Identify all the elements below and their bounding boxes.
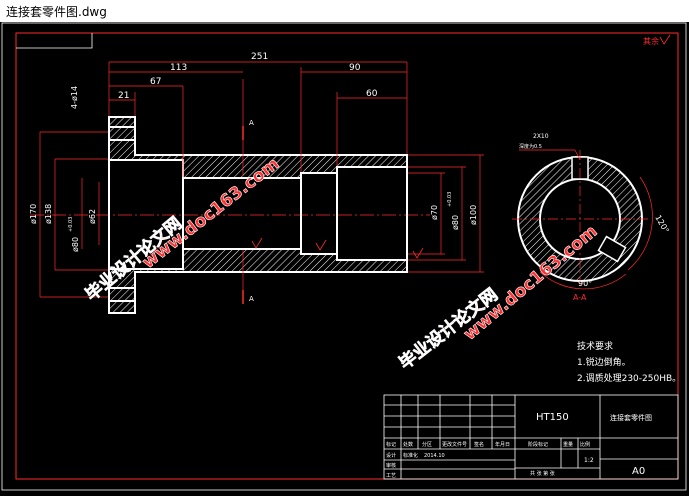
dim-phi80-right: ø80 [451,215,460,230]
dim-phi62: ø62 [88,209,97,224]
dim-67: 67 [150,77,161,87]
dim-phi80-left: ø80 [71,237,80,252]
material: HT150 [536,412,569,423]
tb-stage: 阶段标记 [528,441,548,448]
tb-h3: 分区 [422,441,432,448]
dim-phi70: ø70 [430,205,439,220]
dim-113: 113 [170,63,187,73]
tb-sheets: 共 张 第 张 [530,470,555,477]
tb-h5: 签名 [474,441,484,448]
scale-value: 1:2 [584,457,594,464]
tb-weight: 重量 [563,441,573,448]
tb-h4: 更改文件号 [442,441,467,448]
window-title-bar: 连接套零件图.dwg [0,0,689,23]
tb-h6: 年月日 [495,441,510,448]
tb-r1b: 标准化 [403,452,418,459]
part-name: 连接套零件图 [610,413,652,422]
dim-phi170: ø170 [29,204,38,224]
tb-h2: 处数 [403,441,413,448]
tolerance-right: +0.03 [447,192,453,207]
dim-phi138: ø138 [44,204,53,224]
keyway-note-1: 2X10 [533,133,549,140]
keyway-note-2: 深度为0.5 [519,143,542,150]
tolerance-left: +0.03 [68,217,74,232]
tb-r1: 设计 [386,452,396,459]
section-mark-top: A [249,119,254,127]
tech-req-line-2: 2.调质处理230-250HB。 [577,372,681,384]
tb-r3: 工艺 [386,473,396,479]
dim-60: 60 [366,89,378,99]
dim-251: 251 [251,52,268,62]
dim-4-phi14: 4-ø14 [70,86,79,109]
tech-req-heading: 技术要求 [577,340,613,352]
tb-ratio: 比例 [580,441,590,448]
tb-r1d: 2014.10 [424,453,445,459]
angle-90: 90° [578,279,592,288]
drawing-svg: 其余 251 113 90 67 60 21 4-ø14 ø170 ø138 ø… [1,22,687,491]
tb-h1: 标记 [386,441,396,448]
surface-finish-note: 其余 [643,36,659,46]
window-title: 连接套零件图.dwg [6,5,107,19]
section-mark-bottom: A [249,295,254,303]
cad-canvas[interactable]: 其余 251 113 90 67 60 21 4-ø14 ø170 ø138 ø… [0,22,689,492]
tech-req-line-1: 1.锐边倒角。 [577,356,631,368]
dim-phi100: ø100 [469,205,478,225]
tb-r2: 审核 [386,462,396,469]
section-label-aa: A-A [573,293,587,302]
corner-box [16,33,93,49]
roughness-symbol [659,34,671,45]
dim-21: 21 [118,91,129,101]
dim-90: 90 [349,63,361,73]
sheet-code: A0 [632,466,645,477]
angle-120: 120° [653,214,670,235]
